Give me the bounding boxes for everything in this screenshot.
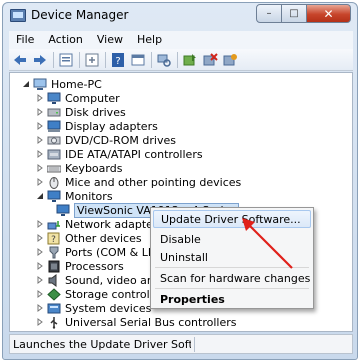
expand-arrow-icon[interactable] xyxy=(35,289,44,299)
tree-label: Display adapters xyxy=(65,119,158,133)
menu-help[interactable]: Help xyxy=(130,31,169,49)
close-button[interactable]: ✕ xyxy=(307,4,351,23)
tree-label: Storage controlle xyxy=(65,287,160,301)
menu-file[interactable]: File xyxy=(9,31,41,49)
window-controls: – □ ✕ xyxy=(256,4,351,23)
menu-bar: File Action View Help xyxy=(9,31,353,49)
expand-arrow-icon[interactable] xyxy=(35,303,44,313)
expand-arrow-icon[interactable] xyxy=(35,317,44,327)
storage-controller-icon xyxy=(47,287,61,301)
network-adapter-icon xyxy=(47,218,61,231)
toolbar-separator xyxy=(177,51,178,68)
svg-text:?: ? xyxy=(115,56,120,67)
speaker-icon xyxy=(47,273,61,287)
scan-icon[interactable] xyxy=(156,52,172,68)
dvd-drive-icon xyxy=(47,134,61,147)
system-devices-icon xyxy=(47,302,61,315)
display-adapter-icon xyxy=(47,120,61,133)
status-divider xyxy=(194,337,195,352)
keyboard-icon xyxy=(47,162,61,175)
uninstall-icon[interactable] xyxy=(222,52,238,68)
expand-arrow-icon[interactable] xyxy=(35,275,44,285)
collapse-arrow-icon[interactable] xyxy=(21,79,30,89)
svg-text:?: ? xyxy=(51,235,56,245)
properties-icon[interactable] xyxy=(58,52,74,68)
tree-label: IDE ATA/ATAPI controllers xyxy=(65,147,203,161)
usb-icon xyxy=(47,316,61,329)
tree-label: Ports (COM & LPT xyxy=(65,245,162,259)
monitor-icon xyxy=(47,190,61,203)
toolbar-separator xyxy=(151,51,152,68)
menu-view[interactable]: View xyxy=(90,31,130,49)
help-icon[interactable]: ? xyxy=(110,52,126,68)
tree-label: Universal Serial Bus controllers xyxy=(65,315,237,329)
monitor-icon xyxy=(47,92,61,105)
tree-label: Processors xyxy=(65,259,124,273)
disk-drive-icon xyxy=(47,106,61,119)
processor-icon xyxy=(47,260,61,273)
computer-icon xyxy=(33,78,47,91)
status-text: Launches the Update Driver Software Wiz xyxy=(13,338,191,351)
menu-action[interactable]: Action xyxy=(41,31,89,49)
tree-label-root: Home-PC xyxy=(51,77,102,91)
toolbar-separator xyxy=(105,51,106,68)
toolbar: ? xyxy=(9,49,353,71)
tree-label: Keyboards xyxy=(65,161,123,175)
annotation-arrow-icon xyxy=(242,218,293,269)
minimize-button[interactable]: – xyxy=(256,4,282,23)
device-manager-app-icon xyxy=(10,9,26,22)
tree-label: Monitors xyxy=(65,189,113,203)
expand-arrow-icon[interactable] xyxy=(35,107,44,117)
monitor-icon xyxy=(56,204,70,217)
tree-label: Mice and other pointing devices xyxy=(65,175,242,189)
mouse-icon xyxy=(47,176,61,189)
tree-label: Other devices xyxy=(65,231,142,245)
title-bar[interactable]: Device Manager – □ ✕ xyxy=(3,3,357,29)
update-driver-icon[interactable] xyxy=(182,52,198,68)
tree-label: Computer xyxy=(65,91,120,105)
update-icon[interactable] xyxy=(84,52,100,68)
expand-arrow-icon[interactable] xyxy=(35,261,44,271)
tree-label: Sound, video and xyxy=(65,273,161,287)
forward-icon[interactable] xyxy=(32,52,48,68)
expand-arrow-icon[interactable] xyxy=(35,163,44,173)
unknown-device-icon: ? xyxy=(47,232,61,245)
ide-controller-icon xyxy=(47,148,61,161)
view-icon[interactable] xyxy=(130,52,146,68)
tree-label: Network adapters xyxy=(65,217,164,231)
expand-arrow-icon[interactable] xyxy=(35,177,44,187)
menu-separator xyxy=(155,288,309,289)
menu-properties[interactable]: Properties xyxy=(153,290,311,308)
status-bar: Launches the Update Driver Software Wiz xyxy=(9,334,353,354)
collapse-arrow-icon[interactable] xyxy=(35,191,44,201)
expand-arrow-icon[interactable] xyxy=(35,121,44,131)
expand-arrow-icon[interactable] xyxy=(35,247,44,257)
port-icon xyxy=(47,246,61,259)
window-title: Device Manager xyxy=(31,8,129,22)
disable-icon[interactable] xyxy=(202,52,218,68)
tree-node-usb[interactable]: Universal Serial Bus controllers xyxy=(35,314,236,330)
toolbar-separator xyxy=(79,51,80,68)
expand-arrow-icon[interactable] xyxy=(35,233,44,243)
back-icon[interactable] xyxy=(12,52,28,68)
expand-arrow-icon[interactable] xyxy=(35,93,44,103)
tree-label: Disk drives xyxy=(65,105,126,119)
expand-arrow-icon[interactable] xyxy=(35,135,44,145)
maximize-button[interactable]: □ xyxy=(282,4,307,23)
expand-arrow-icon[interactable] xyxy=(35,219,44,229)
toolbar-separator xyxy=(53,51,54,68)
tree-label: System devices xyxy=(65,301,152,315)
expand-arrow-icon[interactable] xyxy=(35,149,44,159)
tree-label: DVD/CD-ROM drives xyxy=(65,133,176,147)
